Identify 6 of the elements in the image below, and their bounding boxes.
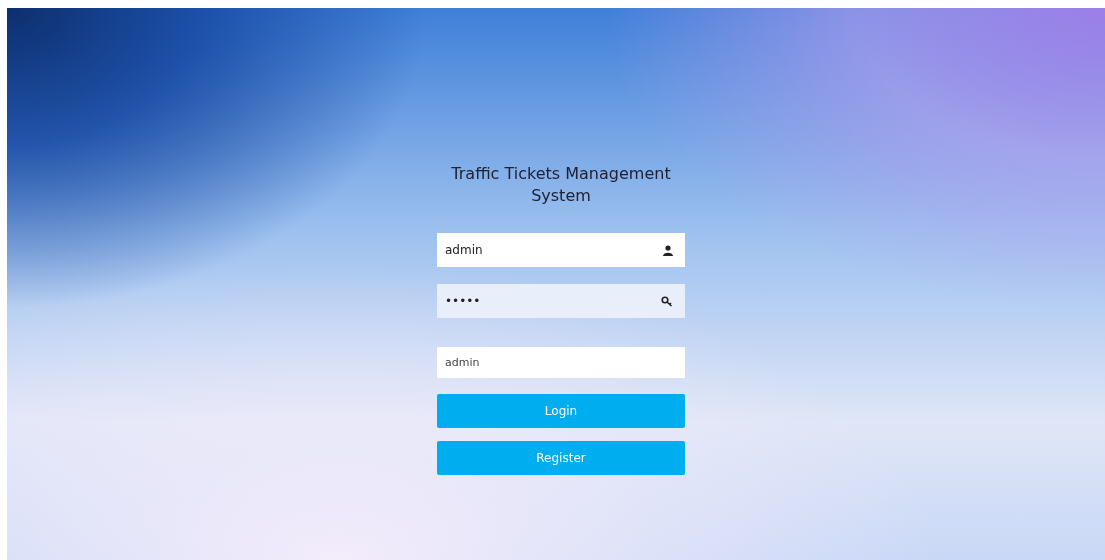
user-icon: [663, 244, 673, 256]
key-icon: [661, 295, 673, 307]
input-field[interactable]: admin: [437, 233, 685, 267]
input-field[interactable]: •••••: [437, 284, 685, 318]
app-title: Traffic Tickets Management System: [450, 163, 672, 207]
input-field[interactable]: admin: [437, 347, 685, 378]
